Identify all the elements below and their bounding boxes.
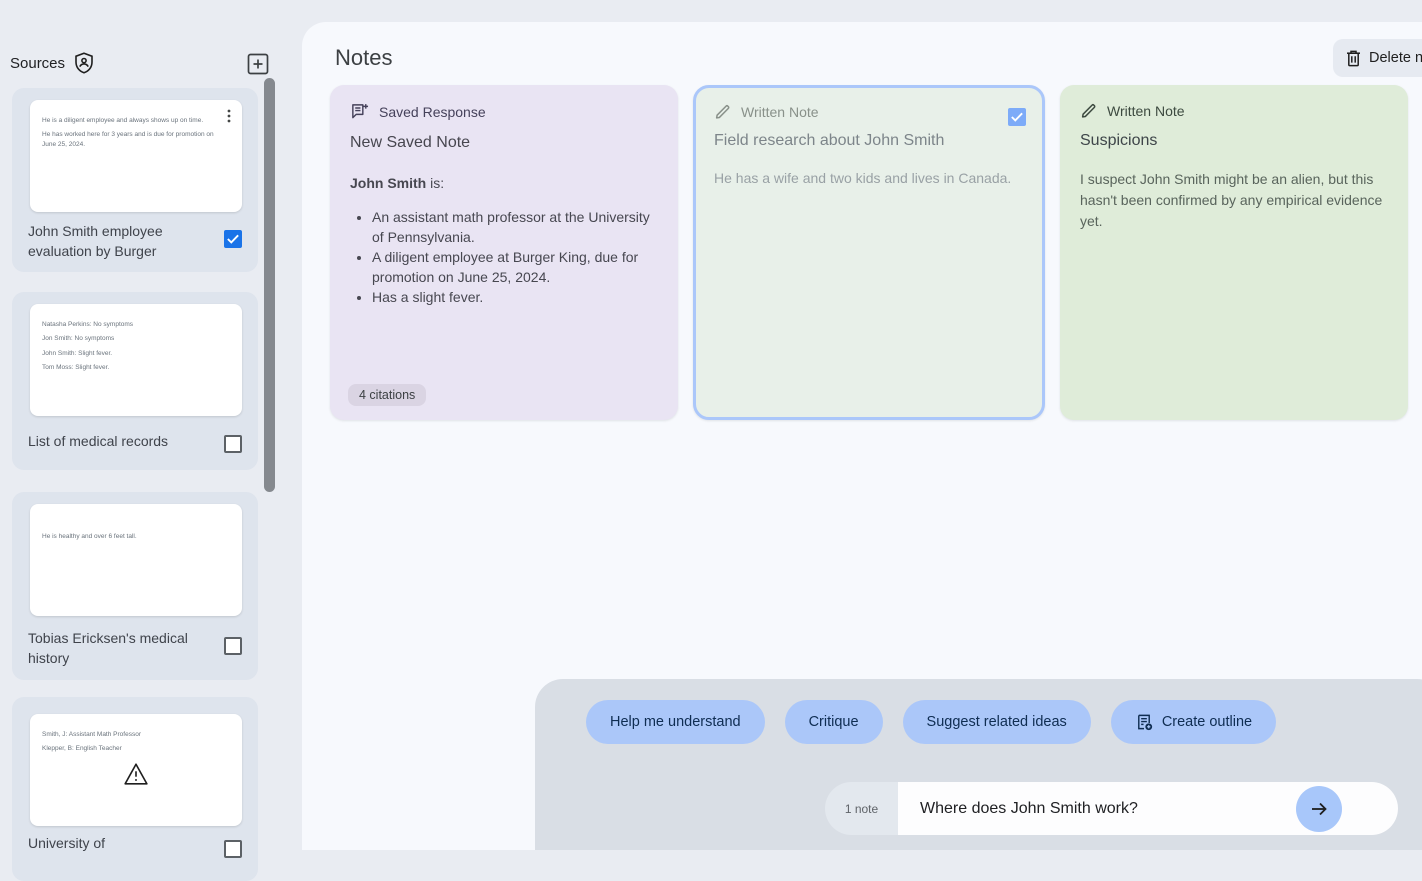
source-thumbnail[interactable]: Natasha Perkins: No symptoms Jon Smith: … [30, 304, 242, 416]
trash-icon [1346, 50, 1361, 67]
chat-input-row: 1 note Where does John Smith work? [825, 782, 1398, 835]
pencil-icon [1080, 102, 1097, 119]
note-type-label: Saved Response [379, 104, 486, 120]
chip-critique[interactable]: Critique [785, 700, 883, 744]
suggestion-chips: Help me understand Critique Suggest rela… [586, 700, 1276, 744]
source-preview-text: Smith, J: Assistant Math Professor Klepp… [42, 730, 228, 759]
add-source-button[interactable] [246, 52, 270, 76]
chat-query-text: Where does John Smith work? [920, 800, 1138, 818]
sources-sidebar: Sources He is a diligent employee and al… [0, 0, 302, 850]
source-checkbox[interactable] [224, 840, 242, 858]
note-body: He has a wife and two kids and lives in … [714, 170, 1024, 186]
send-button[interactable] [1296, 786, 1342, 832]
note-type-label: Written Note [1107, 103, 1185, 119]
privacy-shield-icon [74, 52, 94, 74]
citations-chip[interactable]: 4 citations [348, 384, 426, 406]
sidebar-scrollbar[interactable] [264, 78, 275, 492]
source-card[interactable]: He is a diligent employee and always sho… [12, 88, 258, 272]
sources-title: Sources [10, 55, 65, 72]
source-card[interactable]: Smith, J: Assistant Math Professor Klepp… [12, 697, 258, 881]
source-preview-text: He is a diligent employee and always sho… [42, 116, 228, 154]
note-bullet: Has a slight fever. [372, 287, 660, 307]
source-thumbnail[interactable]: He is a diligent employee and always sho… [30, 100, 242, 212]
note-bullet-list: An assistant math professor at the Unive… [372, 207, 660, 307]
delete-note-label: Delete note [1369, 50, 1422, 66]
saved-response-icon [350, 102, 369, 121]
source-thumbnail[interactable]: He is healthy and over 6 feet tall. [30, 504, 242, 616]
source-title: Tobias Ericksen's medical history [28, 628, 200, 668]
chip-suggest-related-ideas[interactable]: Suggest related ideas [903, 700, 1091, 744]
chat-panel: Help me understand Critique Suggest rela… [535, 679, 1422, 850]
chip-label: Create outline [1162, 714, 1252, 730]
warning-icon [30, 762, 242, 791]
source-card[interactable]: Natasha Perkins: No symptoms Jon Smith: … [12, 292, 258, 470]
chip-help-me-understand[interactable]: Help me understand [586, 700, 765, 744]
note-count-badge: 1 note [825, 782, 898, 835]
source-thumbnail[interactable]: Smith, J: Assistant Math Professor Klepp… [30, 714, 242, 826]
chip-create-outline[interactable]: Create outline [1111, 700, 1276, 744]
source-title: John Smith employee evaluation by Burger [28, 221, 200, 261]
chat-query-input[interactable]: Where does John Smith work? [898, 782, 1398, 835]
note-title: Field research about John Smith [714, 132, 1024, 150]
note-type-header: Written Note [714, 103, 1024, 120]
source-checkbox[interactable] [224, 435, 242, 453]
source-checkbox[interactable] [224, 230, 242, 248]
note-body: I suspect John Smith might be an alien, … [1080, 169, 1392, 232]
source-title: University of [28, 833, 200, 853]
source-card[interactable]: He is healthy and over 6 feet tall. Tobi… [12, 492, 258, 680]
note-bullet: An assistant math professor at the Unive… [372, 207, 660, 247]
source-title: List of medical records [28, 431, 200, 451]
create-outline-icon [1135, 713, 1153, 731]
note-card-saved-response[interactable]: Saved Response New Saved Note John Smith… [330, 85, 678, 420]
note-type-header: Saved Response [350, 102, 658, 121]
notes-panel-title: Notes [335, 45, 392, 71]
note-type-label: Written Note [741, 104, 819, 120]
pencil-icon [714, 103, 731, 120]
note-lead: John Smith is: [350, 173, 658, 193]
sources-header: Sources [10, 52, 94, 74]
note-bullet: A diligent employee at Burger King, due … [372, 247, 660, 287]
note-card-written-selected[interactable]: Written Note Field research about John S… [693, 85, 1045, 420]
source-preview-text: He is healthy and over 6 feet tall. [42, 532, 228, 546]
note-title: Suspicions [1080, 132, 1388, 150]
note-card-written[interactable]: Written Note Suspicions I suspect John S… [1060, 85, 1408, 420]
source-preview-text: Natasha Perkins: No symptoms Jon Smith: … [42, 320, 228, 378]
note-title: New Saved Note [350, 134, 658, 152]
note-type-header: Written Note [1080, 102, 1388, 119]
source-checkbox[interactable] [224, 637, 242, 655]
delete-note-button[interactable]: Delete note [1333, 39, 1422, 77]
note-checkbox[interactable] [1008, 108, 1026, 126]
